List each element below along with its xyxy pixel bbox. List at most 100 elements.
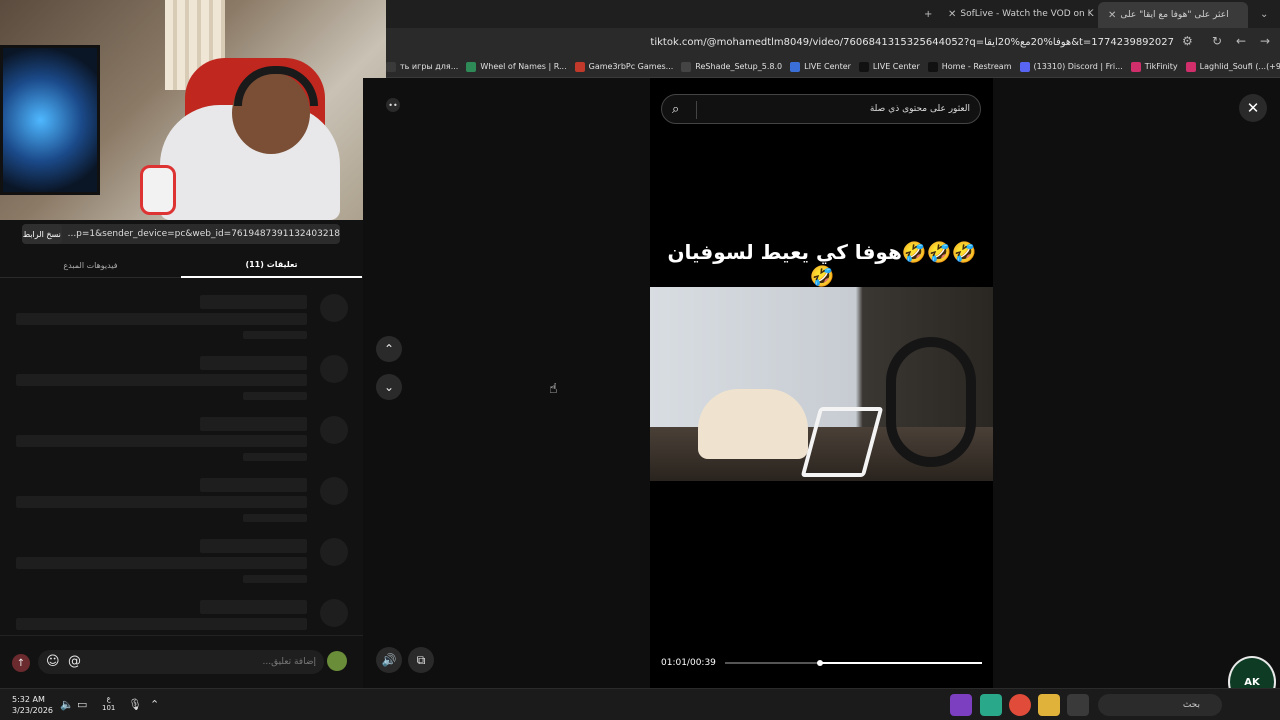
comment-avatar-placeholder [320, 355, 348, 383]
emoji-icon[interactable]: ☺ [46, 654, 60, 669]
address-bar[interactable]: tiktok.com/@mohamedtlm8049/video/7606841… [386, 28, 1280, 56]
tab-creator-videos[interactable]: فيديوهات المبدع [0, 252, 181, 278]
pc-monitor [0, 45, 100, 195]
next-video-button[interactable]: ⌄ [376, 374, 402, 400]
bookmark-label: TikFinity [1144, 62, 1178, 71]
close-icon[interactable]: ✕ [1239, 94, 1267, 122]
lang-bottom: 101 [102, 704, 116, 712]
chevron-down-icon: ⌄ [1260, 8, 1269, 20]
skeleton-line [16, 557, 307, 569]
progress-bar[interactable] [725, 660, 982, 666]
skeleton-line [243, 392, 307, 400]
mention-icon[interactable]: @ [68, 654, 81, 669]
webcam-overlay [0, 0, 386, 220]
more-options-icon[interactable]: •• [386, 98, 400, 112]
taskbar-search[interactable]: بحث [1098, 694, 1222, 716]
app-icon[interactable] [1067, 694, 1089, 716]
bookmark-label: ть игры для... [400, 62, 459, 71]
skeleton-line [16, 496, 307, 508]
back-icon[interactable]: ← [1236, 34, 1246, 48]
bookmark-item[interactable]: LIVE Center [858, 61, 920, 72]
skeleton-line [243, 453, 307, 461]
previous-video-button[interactable]: ⌃ [376, 336, 402, 362]
tab-comments[interactable]: (11) تعليقات [181, 252, 362, 278]
bookmark-favicon [927, 61, 938, 72]
browser-tab-strip: + ✕ SofLive - Watch the VOD on Ki ✕ اعثر… [386, 0, 1280, 28]
bookmarks-bar: ть игры для... Wheel of Names | R... Gam… [386, 56, 1280, 78]
playback-controls: 01:01/00:39 [661, 656, 982, 670]
bookmark-item[interactable]: Wheel of Names | R... [466, 61, 567, 72]
progress-fill [820, 662, 982, 664]
network-icon[interactable]: ▭ [77, 698, 87, 711]
bookmark-item[interactable]: ReShade_Setup_5.8.0 [681, 61, 782, 72]
skeleton-line [16, 435, 307, 447]
site-settings-icon[interactable]: ⚙ [1182, 34, 1193, 48]
skeleton-line [200, 356, 307, 370]
divider [696, 101, 697, 119]
chrome-app-icon[interactable] [1009, 694, 1031, 716]
bookmark-item[interactable]: LIVE Center [790, 61, 851, 72]
tab-title: SofLive - Watch the VOD on Ki [960, 9, 1094, 19]
bookmark-item[interactable]: ть игры для... [386, 61, 459, 72]
reload-icon[interactable]: ↻ [1212, 34, 1222, 48]
search-icon[interactable]: ⌕ [672, 102, 679, 117]
video-player[interactable]: ⌕ العثور على محتوى ذي صلة هوفا كي يعيط ل… [650, 78, 993, 688]
tab-soflive[interactable]: ✕ SofLive - Watch the VOD on Ki [944, 4, 1094, 24]
bookmark-favicon [681, 61, 692, 72]
speaker-icon[interactable]: 🔈 [60, 698, 74, 711]
bookmark-item[interactable]: TikFinity [1130, 61, 1178, 72]
send-comment-button[interactable]: ↑ [12, 654, 30, 672]
bookmark-favicon [790, 61, 801, 72]
skeleton-line [200, 539, 307, 553]
bookmark-favicon [466, 61, 477, 72]
bookmark-label: Laghlid_Soufi (...(+99) [1199, 62, 1280, 71]
tab-menu-button[interactable]: ⌄ [1256, 4, 1272, 24]
close-tab-icon[interactable]: ✕ [1108, 10, 1116, 21]
tab-tiktok-search[interactable]: ✕ اعثر على "هوفا مع ايقا" على [1098, 2, 1248, 28]
skeleton-line [243, 575, 307, 583]
close-tab-icon[interactable]: ✕ [948, 9, 956, 20]
plus-icon: + [924, 8, 933, 20]
new-tab-button[interactable]: + [920, 4, 936, 24]
bookmark-favicon [1130, 61, 1141, 72]
share-link-text[interactable]: ...p=1&sender_device=pc&web_id=761948739… [68, 229, 340, 239]
volume-icon[interactable]: 🔊 [376, 647, 402, 673]
discord-app-icon[interactable] [950, 694, 972, 716]
crouching-person [698, 389, 808, 459]
picture-in-picture-icon[interactable]: ⧉ [408, 647, 434, 673]
clock-date: 3/23/2026 [12, 706, 54, 715]
share-link-row: نسخ الرابط ...p=1&sender_device=pc&web_i… [22, 224, 340, 244]
taskbar-clock[interactable]: 5:32 AM 3/23/2026 [12, 694, 53, 716]
related-search-box[interactable]: ⌕ العثور على محتوى ذي صلة [661, 94, 981, 124]
forward-icon[interactable]: → [1260, 34, 1270, 48]
file-explorer-icon[interactable] [1038, 694, 1060, 716]
bookmark-label: (13310) Discord | Fri... [1033, 62, 1123, 71]
bookmark-label: Home - Restream [941, 62, 1012, 71]
skeleton-line [16, 374, 307, 386]
tab-title: اعثر على "هوفا مع ايقا" على [1120, 10, 1229, 20]
taskbar: 5:32 AM 3/23/2026 🔈 ▭ ع 101 🎙 ⌃ بحث [0, 688, 1280, 720]
user-avatar [327, 651, 347, 671]
skeleton-line [16, 313, 307, 325]
skeleton-line [200, 478, 307, 492]
app-icon[interactable] [980, 694, 1002, 716]
chevron-up-icon[interactable]: ⌃ [150, 698, 159, 711]
skeleton-line [200, 295, 307, 309]
comment-avatar-placeholder [320, 538, 348, 566]
backdrop [993, 78, 1280, 688]
bookmark-item[interactable]: (13310) Discord | Fri... [1019, 61, 1123, 72]
skeleton-line [200, 417, 307, 431]
skeleton-line [243, 331, 307, 339]
bookmark-item[interactable]: Home - Restream [927, 61, 1012, 72]
lang-top: ع [106, 695, 111, 703]
language-indicator[interactable]: ع 101 [102, 695, 115, 713]
panel-tabs: فيديوهات المبدع (11) تعليقات [0, 252, 363, 278]
mic-icon[interactable]: 🎙 [128, 698, 142, 711]
bookmark-item[interactable]: Laghlid_Soufi (...(+99) [1185, 61, 1280, 72]
progress-knob[interactable] [817, 660, 823, 666]
hand-cursor-icon: ☝ [549, 381, 558, 397]
motorcycle [886, 337, 976, 467]
bookmark-item[interactable]: Game3rbPc Games... [574, 61, 673, 72]
url-text[interactable]: tiktok.com/@mohamedtlm8049/video/7606841… [650, 37, 1174, 48]
copy-link-button[interactable]: نسخ الرابط [22, 224, 62, 244]
